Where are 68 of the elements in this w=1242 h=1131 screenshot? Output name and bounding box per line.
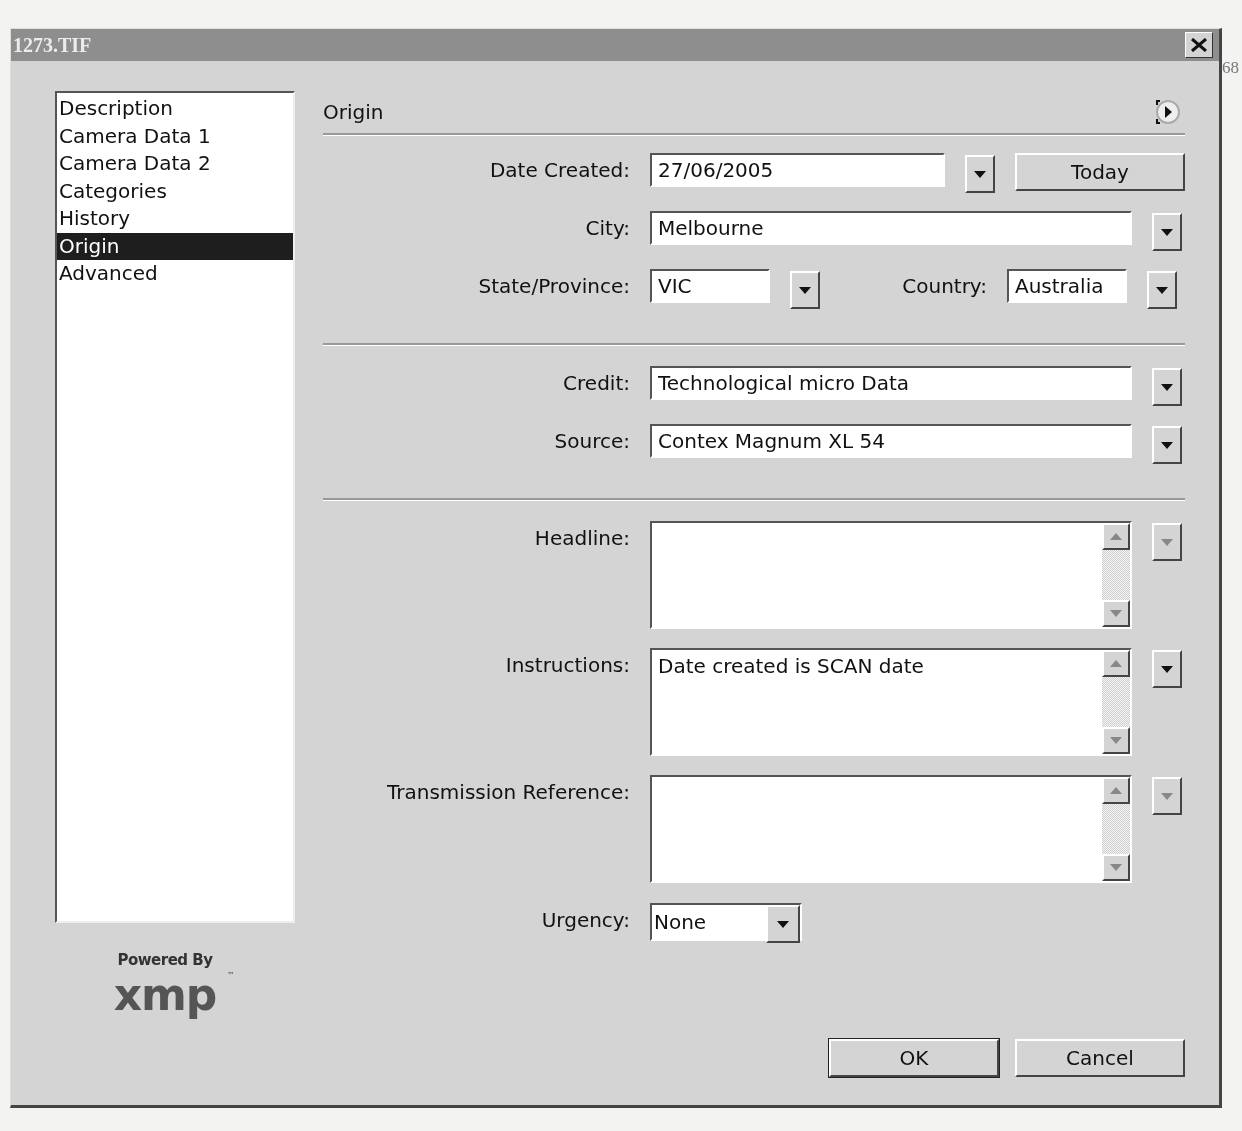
- state-field[interactable]: VIC: [650, 269, 770, 303]
- city-field[interactable]: Melbourne: [650, 211, 1132, 245]
- scroll-down-button[interactable]: [1102, 727, 1130, 754]
- date-field[interactable]: 27/06/2005: [650, 153, 945, 187]
- caret-down-icon: [1161, 538, 1173, 546]
- logo-text: xmp: [113, 969, 217, 1021]
- panel-title: Origin: [323, 100, 384, 124]
- scroll-down-button[interactable]: [1102, 600, 1130, 627]
- source-field[interactable]: Contex Magnum XL 54: [650, 424, 1132, 458]
- caret-up-icon: [1110, 660, 1122, 667]
- caret-down-icon: [1161, 383, 1173, 391]
- caret-up-icon: [1110, 787, 1122, 794]
- field-label: Urgency:: [540, 907, 630, 934]
- credit-field[interactable]: Technological micro Data: [650, 366, 1132, 400]
- scroll-up-button[interactable]: [1102, 777, 1130, 804]
- map-label: 68: [1222, 58, 1239, 78]
- caret-down-icon: [777, 920, 789, 928]
- history-dropdown-button[interactable]: [1147, 271, 1177, 309]
- category-item[interactable]: Categories: [57, 177, 293, 205]
- field-label: Instructions:: [504, 652, 630, 679]
- field-label: Source:: [553, 428, 630, 455]
- category-item[interactable]: Origin: [57, 232, 293, 260]
- field-label: City:: [584, 215, 630, 242]
- history-dropdown-button[interactable]: [965, 155, 995, 193]
- caret-down-icon: [1161, 665, 1173, 673]
- today-button[interactable]: Today: [1015, 153, 1185, 191]
- urgency-select[interactable]: None: [650, 903, 802, 941]
- field-label: Headline:: [533, 525, 630, 552]
- caret-up-icon: [1110, 533, 1122, 540]
- category-item[interactable]: Camera Data 2: [57, 150, 293, 178]
- dialog-button[interactable]: OK: [829, 1039, 999, 1077]
- category-item[interactable]: Description: [57, 95, 293, 123]
- caret-down-icon: [1161, 792, 1173, 800]
- caret-down-icon: [799, 286, 811, 294]
- history-dropdown-button[interactable]: [790, 271, 820, 309]
- play-circle-icon[interactable]: [1155, 99, 1181, 125]
- close-button[interactable]: [1185, 32, 1213, 58]
- scroll-up-button[interactable]: [1102, 523, 1130, 550]
- caret-down-icon: [1161, 228, 1173, 236]
- powered-by-text: Powered By: [117, 951, 213, 969]
- trademark-text: ™: [227, 971, 235, 980]
- scroll-down-button[interactable]: [1102, 854, 1130, 881]
- caret-down-icon: [1161, 441, 1173, 449]
- history-dropdown-button[interactable]: [1152, 426, 1182, 464]
- country-field[interactable]: Australia: [1007, 269, 1127, 303]
- category-item[interactable]: History: [57, 205, 293, 233]
- text-area[interactable]: [650, 521, 1132, 629]
- history-dropdown-button[interactable]: [1152, 650, 1182, 688]
- caret-down-icon: [1156, 286, 1168, 294]
- field-label: Transmission Reference:: [386, 779, 630, 806]
- category-item[interactable]: Camera Data 1: [57, 122, 293, 150]
- history-dropdown-button[interactable]: [1152, 368, 1182, 406]
- field-label: Country:: [901, 273, 987, 300]
- scroll-up-button[interactable]: [1102, 650, 1130, 677]
- text-area[interactable]: [650, 775, 1132, 883]
- caret-down-icon: [1110, 864, 1122, 871]
- category-item[interactable]: Advanced: [57, 260, 293, 288]
- history-dropdown-button[interactable]: [1152, 213, 1182, 251]
- dropdown-button[interactable]: [766, 905, 800, 943]
- field-label: State/Province:: [477, 273, 630, 300]
- caret-down-icon: [974, 170, 986, 178]
- dialog-button[interactable]: Cancel: [1015, 1039, 1185, 1077]
- close-icon: [1191, 38, 1207, 52]
- caret-down-icon: [1110, 737, 1122, 744]
- window-title: 1273.TIF: [13, 33, 92, 57]
- field-label: Date Created:: [488, 157, 630, 184]
- caret-down-icon: [1110, 610, 1122, 617]
- field-label: Credit:: [562, 370, 630, 397]
